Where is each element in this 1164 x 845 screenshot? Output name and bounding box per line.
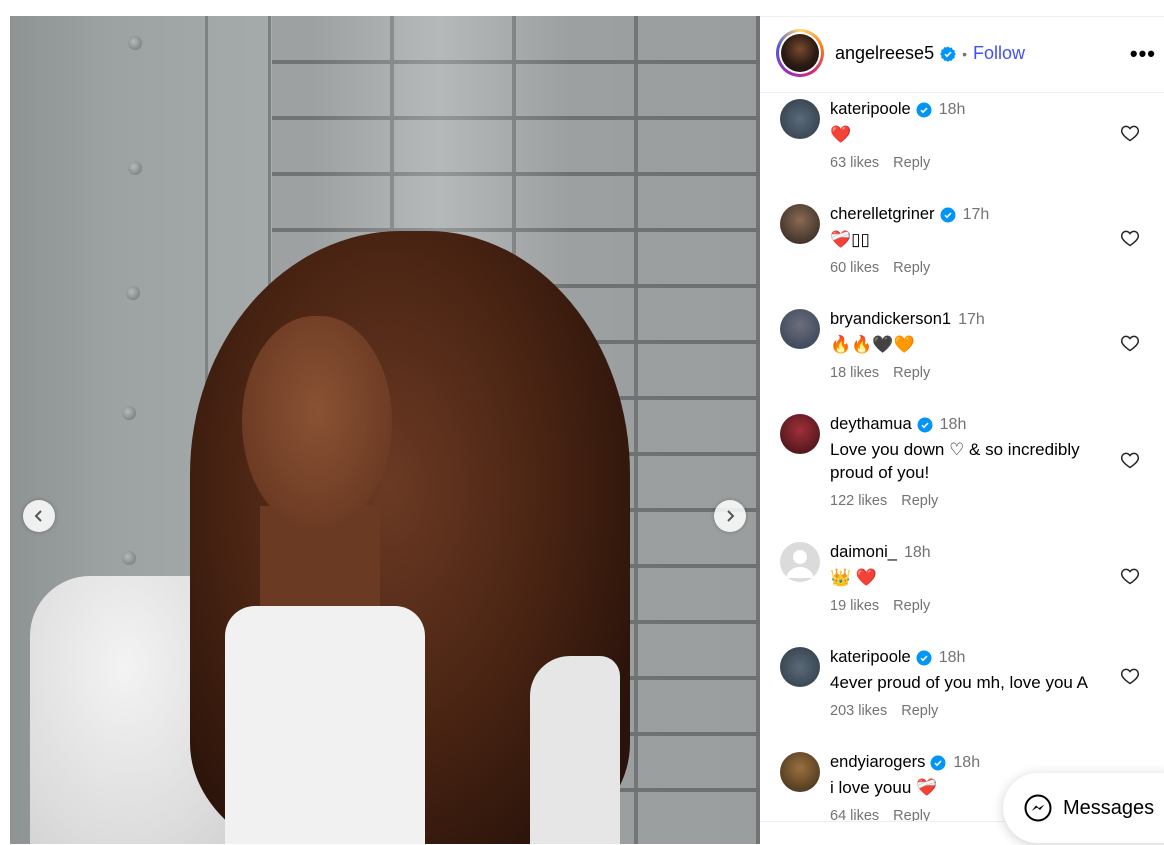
comment-username[interactable]: daimoni_: [830, 543, 897, 562]
verified-badge-icon: [940, 46, 956, 62]
comment-text: 🔥🔥🖤🧡: [830, 335, 915, 354]
comment-username[interactable]: kateripoole: [830, 100, 911, 119]
comment-item: deythamua 18h Love you down ♡ & so incre…: [760, 408, 1164, 536]
rivet: [128, 36, 142, 50]
hoodie-sleeve: [530, 656, 620, 844]
comment-username[interactable]: kateripoole: [830, 648, 911, 667]
comment-text: Love you down ♡ & so incredibly proud of…: [830, 440, 1080, 482]
reply-button[interactable]: Reply: [893, 260, 930, 276]
reply-button[interactable]: Reply: [893, 808, 930, 821]
commenter-avatar[interactable]: [780, 414, 820, 454]
comment-text: 👑 ❤️: [830, 568, 878, 587]
comment-likes[interactable]: 63 likes: [830, 155, 879, 171]
comment-username[interactable]: bryandickerson1: [830, 310, 951, 329]
comment-item: kateripoole 18h 4ever proud of you mh, l…: [760, 641, 1164, 746]
avatar-image: [781, 34, 819, 72]
post-details-panel: angelreese5 • Follow ••• kateripoole 18h…: [760, 16, 1164, 845]
comment-item: bryandickerson1 17h 🔥🔥🖤🧡 18 likes Reply: [760, 303, 1164, 408]
rivet: [122, 406, 136, 420]
reply-button[interactable]: Reply: [901, 703, 938, 719]
commenter-avatar[interactable]: [780, 647, 820, 687]
comment-time: 18h: [938, 100, 966, 118]
commenter-avatar[interactable]: [780, 309, 820, 349]
verified-badge-icon: [916, 650, 932, 665]
comment-time: 18h: [903, 543, 931, 561]
reply-button[interactable]: Reply: [893, 155, 930, 171]
messenger-icon: [1024, 794, 1052, 822]
reply-button[interactable]: Reply: [901, 493, 938, 509]
comment-likes[interactable]: 60 likes: [830, 260, 879, 276]
verified-badge-icon: [916, 102, 932, 117]
reply-button[interactable]: Reply: [893, 598, 930, 614]
post-media[interactable]: [10, 16, 760, 844]
heart-outline-icon[interactable]: [1120, 450, 1140, 470]
separator-dot: •: [962, 45, 967, 62]
messages-label: Messages: [1063, 796, 1155, 819]
comment-time: 18h: [938, 648, 966, 666]
comment-time: 18h: [939, 415, 967, 433]
previous-image-button[interactable]: [23, 500, 55, 532]
comment-item: cherelletgriner 17h ❤️‍🩹▯▯ 60 likes Reply: [760, 198, 1164, 303]
comment-likes[interactable]: 64 likes: [830, 808, 879, 821]
commenter-avatar[interactable]: [780, 752, 820, 792]
comment-likes[interactable]: 18 likes: [830, 365, 879, 381]
reply-button[interactable]: Reply: [893, 365, 930, 381]
heart-outline-icon[interactable]: [1120, 566, 1140, 586]
commenter-avatar[interactable]: [780, 99, 820, 139]
comment-username[interactable]: deythamua: [830, 415, 912, 434]
follow-button[interactable]: Follow: [973, 43, 1025, 64]
heart-outline-icon[interactable]: [1120, 666, 1140, 686]
comment-item: kateripoole 18h ❤️ 63 likes Reply: [760, 93, 1164, 198]
author-avatar[interactable]: [776, 29, 824, 77]
comment-time: 17h: [958, 310, 985, 328]
verified-badge-icon: [930, 755, 946, 770]
post-header: angelreese5 • Follow •••: [760, 17, 1164, 93]
more-options-button[interactable]: •••: [1130, 41, 1156, 67]
face: [242, 316, 392, 526]
comment-likes[interactable]: 19 likes: [830, 598, 879, 614]
rivet: [122, 551, 136, 565]
comment-text: ❤️‍🩹▯▯: [830, 230, 870, 249]
chevron-right-icon: [727, 510, 735, 522]
comment-text: ❤️: [830, 125, 852, 144]
comment-item: daimoni_ 18h 👑 ❤️ 19 likes Reply: [760, 536, 1164, 641]
comment-likes[interactable]: 203 likes: [830, 703, 887, 719]
verified-badge-icon: [917, 417, 933, 432]
heart-outline-icon[interactable]: [1120, 123, 1140, 143]
heart-outline-icon[interactable]: [1120, 228, 1140, 248]
chevron-left-icon: [34, 510, 42, 522]
messages-button[interactable]: Messages: [1003, 773, 1164, 843]
verified-badge-icon: [940, 207, 956, 222]
author-username[interactable]: angelreese5: [835, 43, 934, 64]
heart-outline-icon[interactable]: [1120, 333, 1140, 353]
comment-time: 18h: [953, 753, 981, 771]
rivet: [126, 286, 140, 300]
top-gap: [0, 0, 1164, 16]
comment-time: 17h: [962, 205, 990, 223]
comment-username[interactable]: cherelletgriner: [830, 205, 935, 224]
comments-list[interactable]: kateripoole 18h ❤️ 63 likes Reply cherell…: [760, 93, 1164, 821]
rivet: [128, 161, 142, 175]
default-avatar-icon[interactable]: [780, 542, 820, 582]
next-image-button[interactable]: [714, 500, 746, 532]
commenter-avatar[interactable]: [780, 204, 820, 244]
comment-username[interactable]: endyiarogers: [830, 753, 925, 772]
white-top: [225, 606, 425, 844]
comment-likes[interactable]: 122 likes: [830, 493, 887, 509]
comment-text: 4ever proud of you mh, love you A: [830, 673, 1088, 692]
